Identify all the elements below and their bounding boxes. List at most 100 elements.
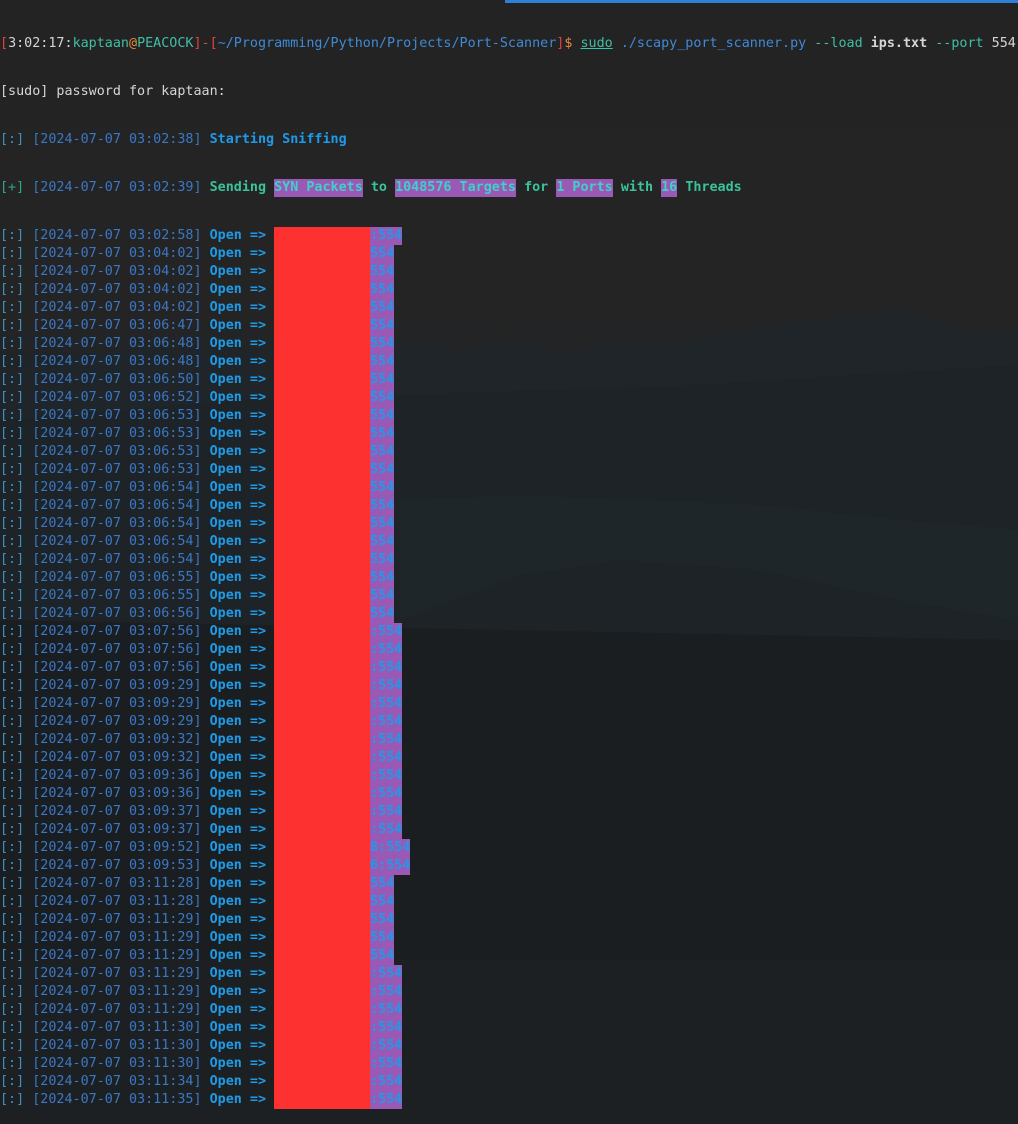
info-tag: [:] [0, 408, 25, 423]
open-label: Open => [209, 282, 267, 297]
word-for: for [524, 180, 549, 195]
result-row: [:] [2024-07-07 03:04:02] Open => 554 [0, 299, 1016, 317]
info-tag: [:] [0, 372, 25, 387]
result-row: [:] [2024-07-07 03:09:32] Open => :554 [0, 731, 1016, 749]
result-row: [:] [2024-07-07 03:09:37] Open => :554 [0, 821, 1016, 839]
redacted-ip [274, 929, 371, 947]
redacted-ip [274, 875, 371, 893]
port-suffix: :554 [370, 623, 403, 641]
redacted-ip [274, 623, 371, 641]
port-suffix: :554 [370, 1037, 403, 1055]
info-tag: [:] [0, 354, 25, 369]
timestamp: [2024-07-07 03:06:53] [32, 462, 202, 477]
open-label: Open => [209, 894, 267, 909]
info-tag: [:] [0, 858, 25, 873]
timestamp: [2024-07-07 03:09:53] [32, 858, 202, 873]
open-label: Open => [209, 444, 267, 459]
timestamp: [2024-07-07 03:06:48] [32, 336, 202, 351]
result-row: [:] [2024-07-07 03:02:58] Open => :554 [0, 227, 1016, 245]
redacted-ip [274, 947, 371, 965]
result-row: [:] [2024-07-07 03:09:32] Open => :554 [0, 749, 1016, 767]
terminal-output[interactable]: [3:02:17: kaptaan @ PEACOCK]-[~/Programming… [0, 5, 1016, 1124]
open-label: Open => [209, 930, 267, 945]
timestamp: [2024-07-07 03:09:29] [32, 714, 202, 729]
port-suffix: :554 [370, 1001, 403, 1019]
timestamp: [2024-07-07 03:06:54] [32, 516, 202, 531]
redacted-ip [274, 1091, 371, 1109]
port-suffix: 554 [370, 875, 395, 893]
timestamp: [2024-07-07 03:09:37] [32, 804, 202, 819]
open-label: Open => [209, 786, 267, 801]
result-row: [:] [2024-07-07 03:06:48] Open => 554 [0, 353, 1016, 371]
port-suffix: 8:554 [370, 839, 411, 857]
open-label: Open => [209, 1002, 267, 1017]
info-tag: [:] [0, 1074, 25, 1089]
timestamp: [2024-07-07 03:06:53] [32, 408, 202, 423]
open-label: Open => [209, 642, 267, 657]
port-suffix: :554 [370, 983, 403, 1001]
redacted-ip [274, 353, 371, 371]
status-message: Starting Sniffing [209, 132, 347, 147]
info-tag: [:] [0, 786, 25, 801]
redacted-ip [274, 1055, 371, 1073]
info-tag: [:] [0, 912, 25, 927]
redacted-ip [274, 785, 371, 803]
command-script: ./scapy_port_scanner.py [612, 36, 807, 51]
redacted-ip [274, 425, 371, 443]
redacted-ip [274, 515, 371, 533]
word-threads: Threads [685, 180, 742, 195]
port-suffix: 554 [370, 479, 395, 497]
result-row: [:] [2024-07-07 03:11:29] Open => :554 [0, 1001, 1016, 1019]
port-suffix: :554 [370, 677, 403, 695]
command-sudo: sudo [580, 36, 613, 51]
open-label: Open => [209, 354, 267, 369]
timestamp: [2024-07-07 03:09:32] [32, 750, 202, 765]
timestamp: [2024-07-07 03:06:53] [32, 426, 202, 441]
info-tag: [:] [0, 426, 25, 441]
result-row: [:] [2024-07-07 03:11:29] Open => :554 [0, 965, 1016, 983]
port-suffix: :554 [370, 821, 403, 839]
open-label: Open => [209, 318, 267, 333]
open-label: Open => [209, 948, 267, 963]
result-row: [:] [2024-07-07 03:06:54] Open => 554 [0, 533, 1016, 551]
info-tag: [:] [0, 750, 25, 765]
info-tag: [:] [0, 984, 25, 999]
redacted-ip [274, 551, 371, 569]
port-suffix: 554 [370, 281, 395, 299]
open-label: Open => [209, 246, 267, 261]
info-tag: [:] [0, 1020, 25, 1035]
port-suffix: 554 [370, 551, 395, 569]
port-suffix: 554 [370, 335, 395, 353]
word-with: with [620, 180, 654, 195]
result-row: [:] [2024-07-07 03:06:55] Open => 554 [0, 587, 1016, 605]
start-sniffing-line: [:] [2024-07-07 03:02:38] Starting Sniff… [0, 131, 1016, 149]
result-row: [:] [2024-07-07 03:06:50] Open => 554 [0, 371, 1016, 389]
highlight-target-count: 1048576 Targets [395, 179, 516, 197]
port-suffix: :554 [370, 227, 403, 245]
redacted-ip [274, 569, 371, 587]
timestamp: [2024-07-07 03:06:53] [32, 444, 202, 459]
open-label: Open => [209, 984, 267, 999]
result-row: [:] [2024-07-07 03:09:36] Open => :554 [0, 767, 1016, 785]
redacted-ip [274, 695, 371, 713]
result-row: [:] [2024-07-07 03:11:29] Open => :554 [0, 983, 1016, 1001]
timestamp: [2024-07-07 03:11:29] [32, 912, 202, 927]
info-tag: [:] [0, 894, 25, 909]
port-suffix: :554 [370, 965, 403, 983]
result-row: [:] [2024-07-07 03:11:29] Open => 554 [0, 929, 1016, 947]
redacted-ip [274, 227, 371, 245]
port-suffix: 554 [370, 425, 395, 443]
info-tag: [:] [0, 1002, 25, 1017]
timestamp: [2024-07-07 03:09:37] [32, 822, 202, 837]
prompt-user: kaptaan [72, 36, 129, 51]
open-label: Open => [209, 624, 267, 639]
port-suffix: :554 [370, 749, 403, 767]
open-label: Open => [209, 912, 267, 927]
command-arg-port: 554 [983, 36, 1016, 51]
open-label: Open => [209, 606, 267, 621]
info-tag: [:] [0, 696, 25, 711]
prompt-path: ~/Programming/Python/Projects/Port-Scann… [217, 36, 557, 51]
timestamp: [2024-07-07 03:07:56] [32, 642, 202, 657]
prompt-time: 3:02:17 [8, 36, 65, 51]
timestamp: [2024-07-07 03:04:02] [32, 300, 202, 315]
